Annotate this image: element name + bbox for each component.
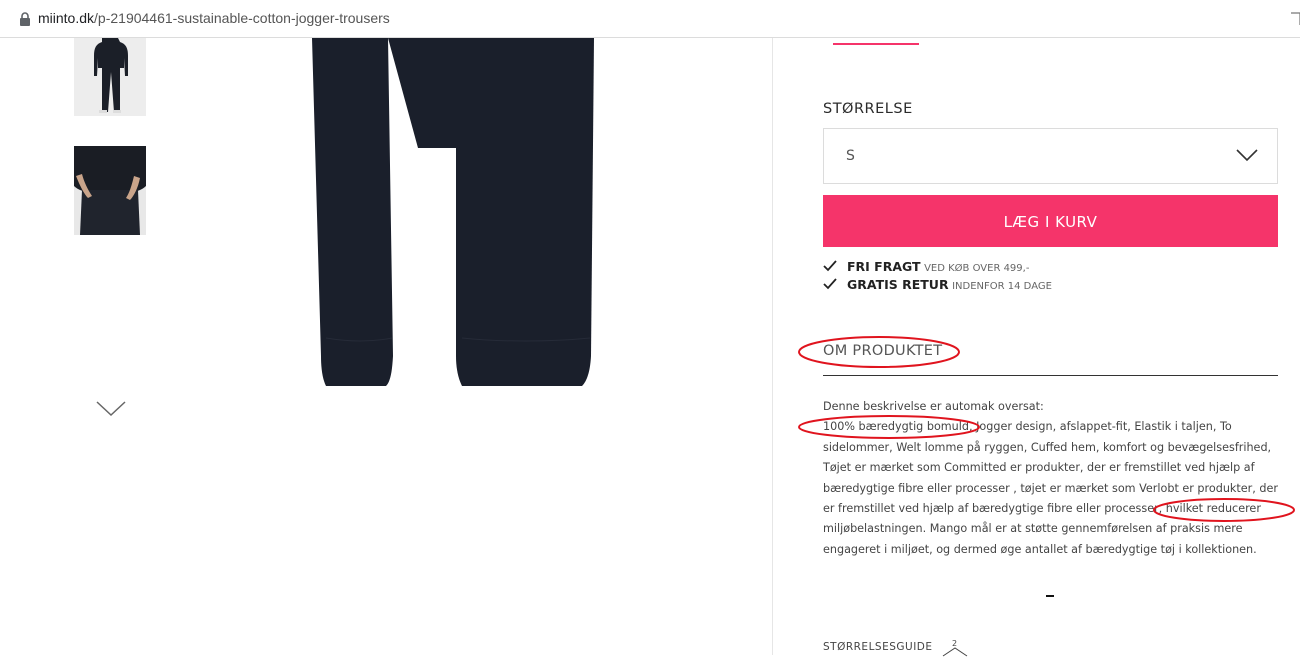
usp-bold: FRI FRAGT	[847, 259, 921, 274]
size-select[interactable]: S	[823, 128, 1278, 184]
browser-address-bar[interactable]: miinto.dk/p-21904461-sustainable-cotton-…	[0, 0, 1300, 38]
hanger-icon[interactable]: 2	[940, 639, 970, 657]
size-guide-link[interactable]: STØRRELSESGUIDE	[823, 641, 933, 653]
usp-small: VED KØB OVER 499,-	[924, 263, 1030, 274]
separator-dash	[1046, 595, 1054, 597]
about-product-divider	[823, 375, 1278, 376]
add-to-cart-button[interactable]: LÆG I KURV	[823, 195, 1278, 247]
product-description: Denne beskrivelse er automak oversat: 10…	[823, 397, 1285, 560]
lock-icon	[20, 12, 30, 26]
hanger-badge: 2	[952, 639, 957, 648]
thumbnail-back-view[interactable]	[74, 38, 146, 116]
usp-free-returns: GRATIS RETUR INDENFOR 14 DAGE	[823, 277, 1052, 292]
column-divider	[772, 38, 773, 655]
chevron-down-icon	[1236, 149, 1258, 162]
usp-free-shipping: FRI FRAGT VED KØB OVER 499,-	[823, 259, 1029, 274]
usp-bold: GRATIS RETUR	[847, 277, 949, 292]
about-product-title[interactable]: OM PRODUKTET	[823, 343, 942, 359]
thumbnail-detail-view[interactable]	[74, 146, 146, 235]
size-select-value: S	[846, 148, 855, 164]
jogger-trousers-image	[312, 38, 594, 386]
check-icon	[823, 260, 837, 272]
chevron-down-icon[interactable]	[94, 398, 128, 420]
usp-small: INDENFOR 14 DAGE	[952, 281, 1052, 292]
size-label: STØRRELSE	[823, 101, 913, 117]
url-text[interactable]: miinto.dk/p-21904461-sustainable-cotton-…	[38, 10, 390, 26]
url-domain: miinto.dk	[38, 10, 95, 26]
description-intro: Denne beskrivelse er automak oversat:	[823, 400, 1044, 413]
description-body: 100% bæredygtig bomuld, Jogger design, a…	[823, 420, 1278, 556]
active-tab-indicator	[833, 43, 919, 45]
thumbnail-detail-view-image	[74, 146, 146, 235]
bookmark-icon[interactable]	[1290, 12, 1300, 26]
check-icon	[823, 278, 837, 290]
main-product-image[interactable]	[150, 38, 770, 498]
thumbnail-back-view-image	[74, 38, 146, 116]
url-path: /p-21904461-sustainable-cotton-jogger-tr…	[94, 10, 390, 26]
